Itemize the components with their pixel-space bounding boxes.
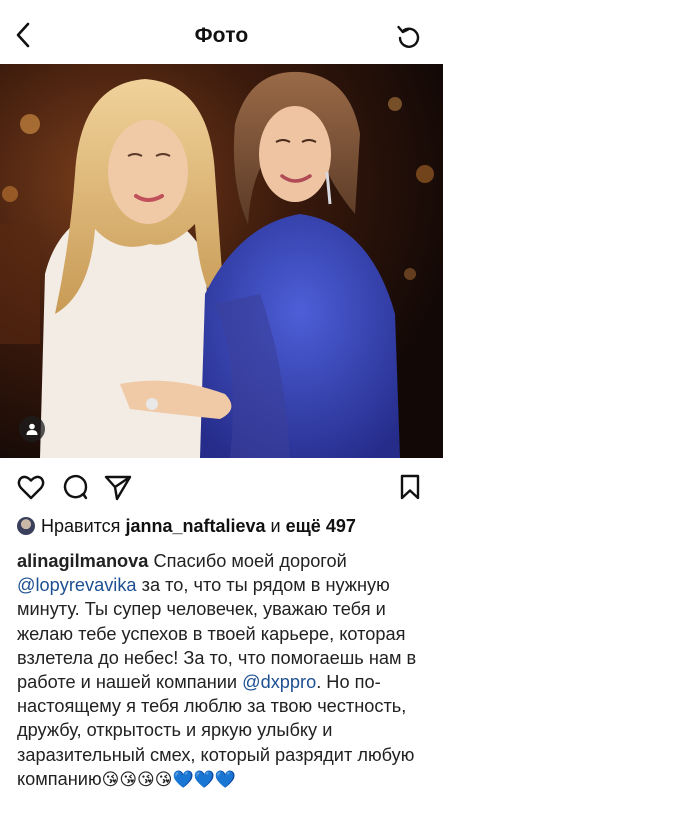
liker-avatar: [17, 517, 35, 535]
like-button[interactable]: [16, 472, 46, 502]
top-bar: Фото: [0, 0, 443, 64]
caption-emojis: 😘😘😘😘💙💙💙: [101, 769, 236, 789]
instagram-post-screen: Фото Нравится janna_naftalieva и ещё 497…: [0, 0, 443, 838]
action-bar: [0, 470, 443, 504]
share-icon: [104, 475, 132, 501]
mention-lopyrevavika[interactable]: @lopyrevavika: [17, 575, 137, 595]
comment-button[interactable]: [60, 472, 90, 502]
comment-icon: [63, 474, 88, 500]
share-button[interactable]: [103, 472, 133, 502]
post-caption: alinagilmanova Спасибо моей дорогой @lop…: [17, 549, 423, 791]
caption-text-1: Спасибо моей дорогой: [153, 551, 347, 571]
blank-margin: [443, 0, 690, 838]
user-tag-icon: [26, 423, 38, 435]
heart-icon: [17, 475, 45, 500]
refresh-button[interactable]: [392, 20, 426, 54]
user-tag-button[interactable]: [19, 416, 45, 442]
likes-count[interactable]: ещё 497: [286, 516, 356, 537]
likes-line[interactable]: Нравится janna_naftalieva и ещё 497: [17, 513, 356, 539]
post-photo[interactable]: [0, 64, 443, 458]
bookmark-button[interactable]: [395, 472, 425, 502]
likes-and: и: [270, 515, 281, 536]
photo-illustration: [0, 64, 443, 458]
likes-prefix: Нравится: [41, 515, 121, 536]
caption-username[interactable]: alinagilmanova: [17, 551, 148, 571]
page-title: Фото: [194, 24, 249, 47]
mention-dxppro[interactable]: @dxppro: [242, 672, 316, 692]
refresh-icon: [397, 25, 420, 48]
liker-username[interactable]: janna_naftalieva: [125, 516, 265, 537]
bookmark-icon: [400, 474, 420, 500]
